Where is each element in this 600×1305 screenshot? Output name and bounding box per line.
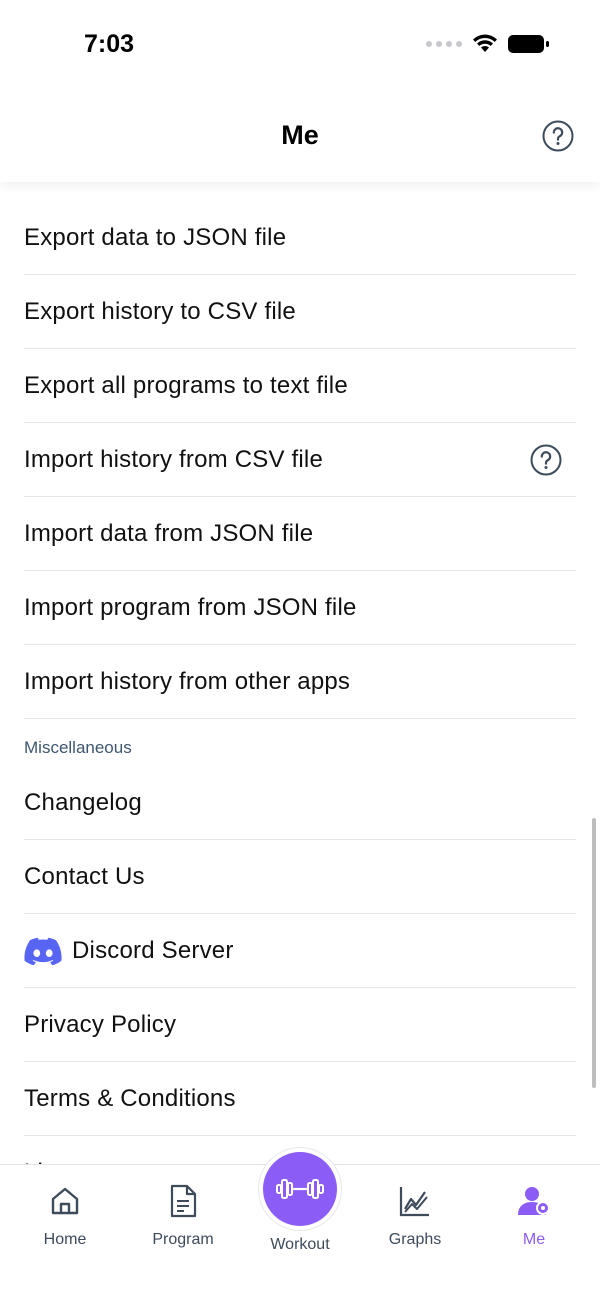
export-json-row[interactable]: Export data to JSON file [24,202,576,275]
import-csv-help-button[interactable] [530,444,562,476]
row-label: Discord Server [72,937,234,964]
row-content: Discord Server [24,936,234,966]
tab-label: Graphs [388,1231,442,1248]
user-icon [479,1181,589,1221]
row-label: Terms & Conditions [24,1085,236,1112]
row-label: Changelog [24,789,142,816]
row-label: Export history to CSV file [24,298,296,325]
discord-icon [24,937,62,966]
import-program-row[interactable]: Import program from JSON file [24,572,576,645]
row-label: Contact Us [24,863,145,890]
workout-button-circle [263,1152,337,1226]
export-csv-row[interactable]: Export history to CSV file [24,276,576,349]
settings-scroll-view[interactable]: Export data to JSON file Export history … [0,182,600,1164]
row-label: Import data from JSON file [24,520,314,547]
tab-program[interactable]: Program [128,1181,238,1249]
privacy-policy-row[interactable]: Privacy Policy [24,989,576,1062]
help-icon [542,120,574,152]
row-label: Privacy Policy [24,1011,177,1038]
row-label: Import history from CSV file [24,446,324,473]
wifi-icon [473,34,497,52]
import-csv-row[interactable]: Import history from CSV file [24,424,576,497]
export-programs-row[interactable]: Export all programs to text file [24,350,576,423]
terms-conditions-row[interactable]: Terms & Conditions [24,1063,576,1136]
row-label: Export data to JSON file [24,224,287,251]
header: Me [0,96,600,182]
cellular-signal-icon [426,41,462,47]
contact-us-row[interactable]: Contact Us [24,841,576,914]
import-json-row[interactable]: Import data from JSON file [24,498,576,571]
tab-label: Program [152,1231,214,1248]
tab-label-workout: Workout [270,1236,330,1253]
export-import-list: Export data to JSON file Export history … [24,202,576,720]
battery-icon [508,35,549,53]
section-title-miscellaneous: Miscellaneous [24,738,132,757]
home-icon [10,1181,120,1221]
dumbbell-icon [276,1179,324,1199]
row-label: Export all programs to text file [24,372,348,399]
tab-me[interactable]: Me [479,1181,589,1249]
workout-button[interactable] [259,1148,341,1230]
document-icon [128,1181,238,1221]
tab-label: Home [43,1231,87,1248]
changelog-row[interactable]: Changelog [24,767,576,840]
tab-home[interactable]: Home [10,1181,120,1249]
row-label: Import history from other apps [24,668,351,695]
page-title: Me [281,120,319,150]
tab-bar: Home Program Workout Graphs Me [0,1148,600,1305]
miscellaneous-list: Changelog Contact Us Discord Server Priv… [24,767,576,1164]
graph-icon [360,1181,470,1221]
row-label: Import program from JSON file [24,594,357,621]
status-bar: 7:03 [0,0,600,96]
discord-server-row[interactable]: Discord Server [24,915,576,988]
tab-label: Me [522,1231,546,1248]
status-time: 7:03 [84,30,135,58]
status-icons [426,34,550,54]
tab-graphs[interactable]: Graphs [360,1181,470,1249]
help-button[interactable] [542,120,574,157]
import-other-apps-row[interactable]: Import history from other apps [24,646,576,719]
scroll-indicator[interactable] [592,818,596,1088]
help-icon [530,444,562,476]
